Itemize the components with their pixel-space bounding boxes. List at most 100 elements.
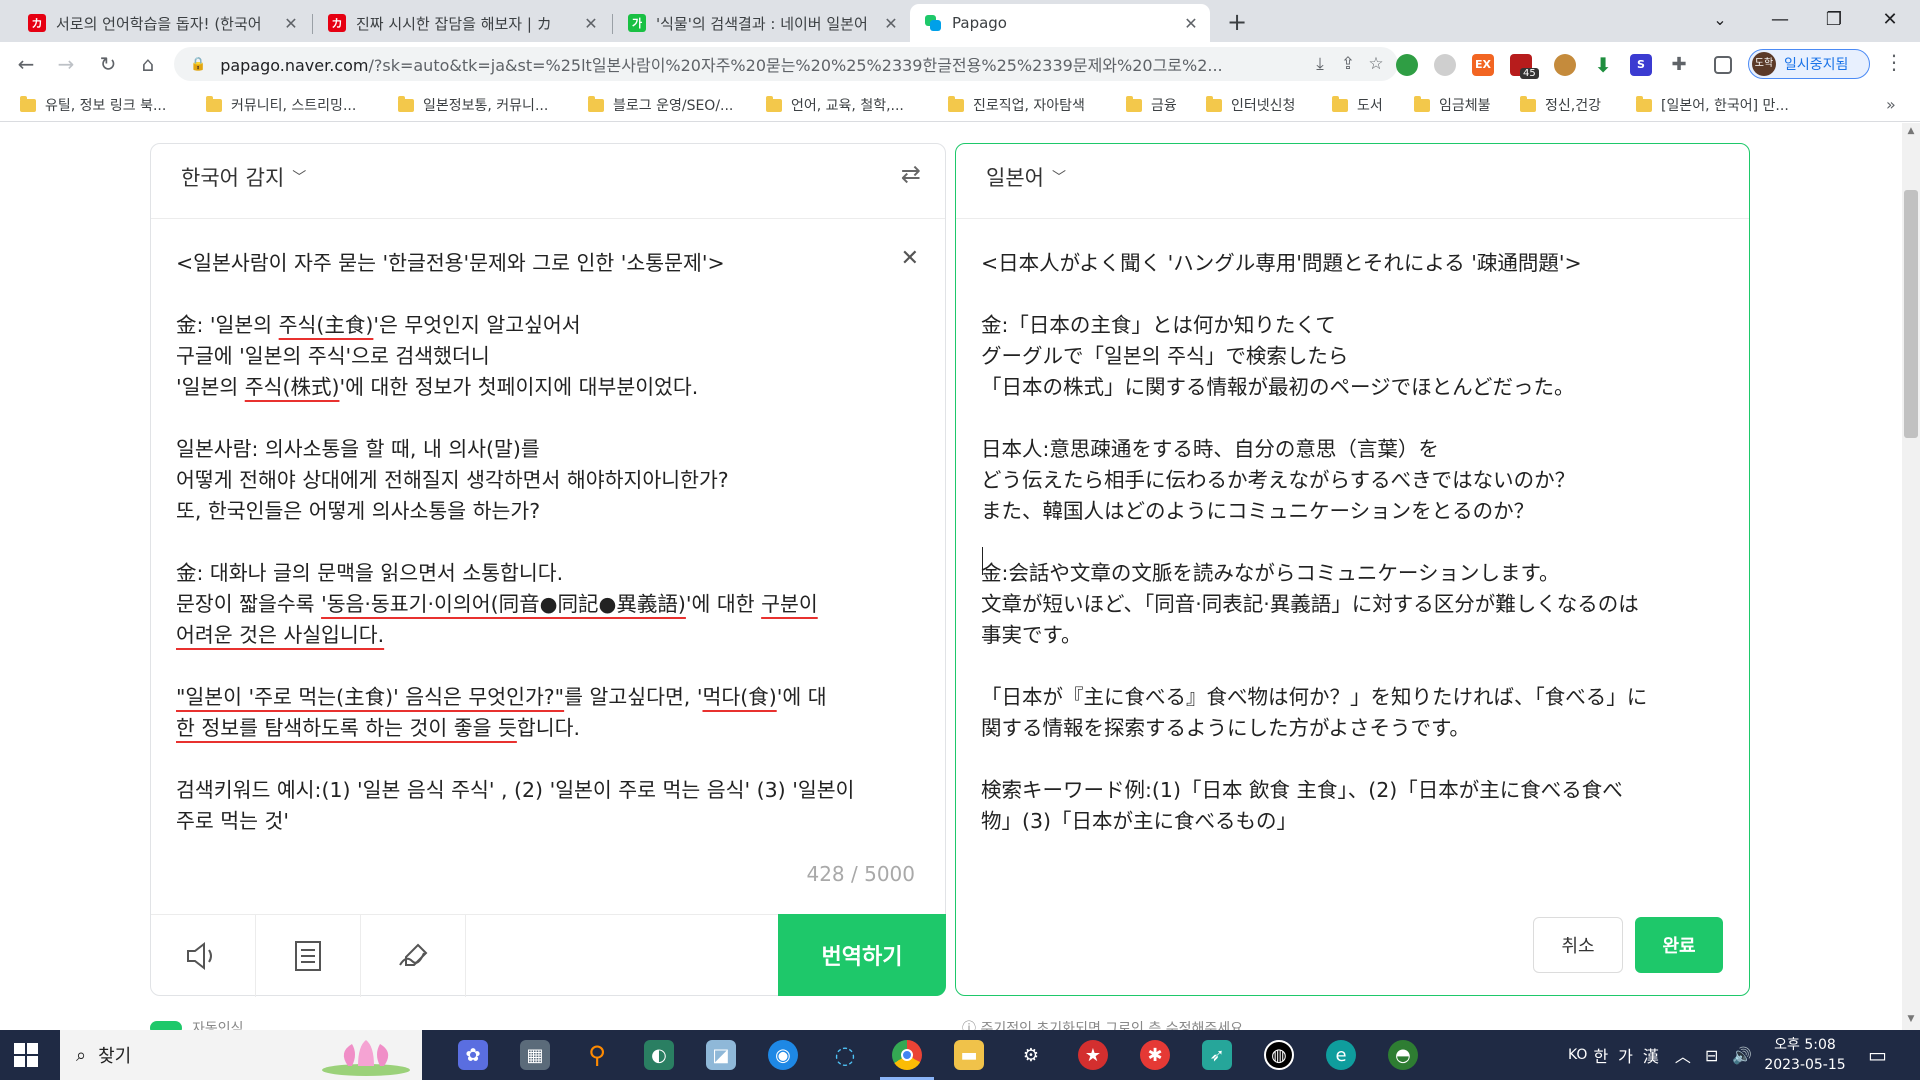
circle-app-icon[interactable]: ◉: [768, 1040, 798, 1070]
globe-extension-icon[interactable]: [1396, 54, 1418, 76]
input-language-indicator[interactable]: KO: [1568, 1047, 1587, 1063]
bookmark-folder[interactable]: 커뮤니티, 스트리밍...: [206, 95, 356, 115]
app-icon[interactable]: ✿: [458, 1040, 488, 1070]
obs-app-icon[interactable]: ◍: [1264, 1040, 1294, 1070]
swap-languages-icon[interactable]: ⇄: [901, 160, 921, 188]
bookmark-folder[interactable]: 일본정보통, 커뮤니...: [398, 95, 548, 115]
bird-app-icon[interactable]: ➶: [1202, 1040, 1232, 1070]
ime-hangul-indicator[interactable]: 한: [1593, 1043, 1608, 1067]
address-bar[interactable]: 🔒 papago.naver.com/?sk=auto&tk=ja&st=%25…: [174, 47, 1398, 81]
bookmark-folder[interactable]: 도서: [1332, 95, 1383, 115]
papago-page: 한국어 감지 ﹀ ⇄ ✕ <일본사람이 자주 묻는 '한글전용'문제와 그로 인…: [0, 123, 1920, 1030]
folder-icon: [1636, 95, 1652, 112]
bookmarks-overflow-button[interactable]: »: [1886, 95, 1896, 114]
tab-search-chevron-icon[interactable]: ⌄: [1690, 0, 1750, 42]
bookmark-folder[interactable]: 금융: [1126, 95, 1177, 115]
side-panel-icon[interactable]: [1714, 56, 1732, 74]
source-language-selector[interactable]: 한국어 감지 ﹀: [181, 162, 306, 192]
chevron-down-icon: ﹀: [292, 170, 307, 186]
s-extension-icon[interactable]: S: [1630, 54, 1652, 76]
target-textarea[interactable]: <日本人がよく聞く 'ハングル専用'問題とそれによる '疎通問題'> 金:「日本の…: [981, 248, 1741, 837]
home-icon[interactable]: ⌂: [134, 50, 162, 78]
source-text-segment: 어떻게 전해야 상대에게 전해질지 생각하면서 해야하지아니한가?: [176, 468, 729, 492]
tab-small-talk[interactable]: カ 진짜 시시한 잡담을 해보자 | カ ✕: [314, 4, 610, 42]
listen-button[interactable]: [151, 915, 256, 997]
dictation-list-button[interactable]: [256, 915, 361, 997]
chrome-icon[interactable]: [880, 1040, 934, 1080]
back-arrow-icon[interactable]: ←: [12, 50, 40, 78]
profile-button[interactable]: 도학 일시중지됨: [1748, 49, 1870, 79]
bookmark-folder[interactable]: 진로직업, 자아탐색: [948, 95, 1085, 115]
eclipse-app-icon[interactable]: ◌: [830, 1040, 860, 1070]
calculator-icon[interactable]: ▦: [520, 1040, 550, 1070]
toggle-switch[interactable]: [150, 1021, 182, 1030]
ime-full-width-indicator[interactable]: 가: [1618, 1043, 1633, 1067]
target-language-selector[interactable]: 일본어 ﹀: [986, 162, 1066, 192]
source-text-line: [176, 279, 896, 310]
ex-extension-icon[interactable]: EX: [1472, 54, 1494, 76]
scroll-down-arrow-icon[interactable]: ▼: [1904, 1014, 1918, 1024]
minimize-button[interactable]: —: [1750, 0, 1810, 42]
reload-icon[interactable]: ↻: [94, 50, 122, 78]
notes-app-icon[interactable]: ◪: [706, 1040, 736, 1070]
new-tab-button[interactable]: +: [1222, 8, 1252, 38]
bookmark-folder[interactable]: 임금체불: [1414, 95, 1491, 115]
bookmark-folder[interactable]: 언어, 교육, 철학,...: [766, 95, 904, 115]
notification-icon[interactable]: ▭: [1868, 1030, 1887, 1080]
lock-icon[interactable]: 🔒: [190, 57, 206, 72]
bookmark-folder[interactable]: 유틸, 정보 링크 북...: [20, 95, 166, 115]
tab-language-exchange[interactable]: カ 서로의 언어학습을 돕자! (한국어 ✕: [14, 4, 310, 42]
download-icon[interactable]: ⤓: [1306, 54, 1334, 74]
bookmark-star-icon[interactable]: ☆: [1362, 54, 1390, 74]
close-icon[interactable]: ✕: [1182, 14, 1200, 33]
tab-naver-dictionary[interactable]: 가 '식물'의 검색결과 : 네이버 일본어 ✕: [614, 4, 910, 42]
more-vert-icon[interactable]: ⋮: [1884, 50, 1904, 74]
chevron-up-icon[interactable]: ︿: [1675, 1043, 1691, 1067]
globe-app-icon[interactable]: ◐: [644, 1040, 674, 1070]
taskbar-search-box[interactable]: ⌕ 찾기: [60, 1030, 422, 1080]
scrollbar-thumb[interactable]: [1904, 190, 1918, 438]
close-icon[interactable]: ✕: [582, 14, 600, 33]
cookie-extension-icon[interactable]: [1554, 54, 1576, 76]
clear-text-icon[interactable]: ✕: [901, 246, 919, 271]
auto-detect-toggle[interactable]: 자동인식: [150, 1018, 244, 1030]
bookmark-folder[interactable]: [일본어, 한국어] 만...: [1636, 95, 1789, 115]
search-app-icon[interactable]: ⚲: [582, 1040, 612, 1070]
earth-app-icon[interactable]: ◓: [1388, 1040, 1418, 1070]
bookmark-folder[interactable]: 블로그 운영/SEO/...: [588, 95, 733, 115]
download-extension-icon[interactable]: ⬇: [1592, 54, 1614, 76]
gray-extension-icon[interactable]: [1434, 54, 1456, 76]
network-icon[interactable]: ⊟: [1705, 1046, 1718, 1065]
cancel-button[interactable]: 취소: [1533, 917, 1623, 973]
handwriting-button[interactable]: [361, 915, 466, 997]
url-text[interactable]: papago.naver.com/?sk=auto&tk=ja&st=%25lt…: [220, 52, 1306, 76]
share-icon[interactable]: ⇪: [1334, 54, 1362, 74]
edge-icon[interactable]: e: [1326, 1040, 1356, 1070]
forward-arrow-icon[interactable]: →: [52, 50, 80, 78]
settings-gear-icon[interactable]: ⚙: [1016, 1040, 1046, 1070]
scroll-up-arrow-icon[interactable]: ▲: [1904, 126, 1918, 136]
close-window-button[interactable]: ✕: [1860, 0, 1920, 42]
source-text-segment: '에 대한: [685, 592, 762, 616]
ime-hanja-indicator[interactable]: 漢: [1643, 1043, 1659, 1067]
translate-button[interactable]: 번역하기: [778, 914, 946, 996]
bookmark-folder[interactable]: 정신,건강: [1520, 95, 1601, 115]
bookmark-folder[interactable]: 인터넷신청: [1206, 95, 1295, 115]
snowflake-app-icon[interactable]: ✱: [1140, 1040, 1170, 1070]
close-icon[interactable]: ✕: [882, 14, 900, 33]
source-textarea[interactable]: <일본사람이 자주 묻는 '한글전용'문제와 그로 인한 '소통문제'> 金: '…: [176, 248, 896, 837]
restore-button[interactable]: ❐: [1804, 0, 1864, 42]
close-icon[interactable]: ✕: [282, 14, 300, 33]
puzzle-extensions-icon[interactable]: ✚: [1668, 54, 1690, 76]
source-text-segment: 문장이 짧을수록: [176, 592, 322, 616]
star-app-icon[interactable]: ★: [1078, 1040, 1108, 1070]
taskbar-clock[interactable]: 오후 5:08 2023-05-15: [1760, 1035, 1850, 1075]
tab-papago[interactable]: Papago ✕: [910, 4, 1210, 42]
tab-strip: カ 서로의 언어학습을 돕자! (한국어 ✕ カ 진짜 시시한 잡담을 해보자 …: [0, 0, 1920, 42]
file-explorer-icon[interactable]: ▬: [954, 1040, 984, 1070]
source-text-line: 어려운 것은 사실입니다.: [176, 620, 896, 651]
volume-icon[interactable]: 🔊: [1732, 1046, 1752, 1065]
done-button[interactable]: 완료: [1635, 917, 1723, 973]
target-text-line: また、韓国人はどのようにコミュニケーションをとるのか？: [981, 499, 1535, 523]
windows-start-icon[interactable]: [14, 1043, 38, 1067]
